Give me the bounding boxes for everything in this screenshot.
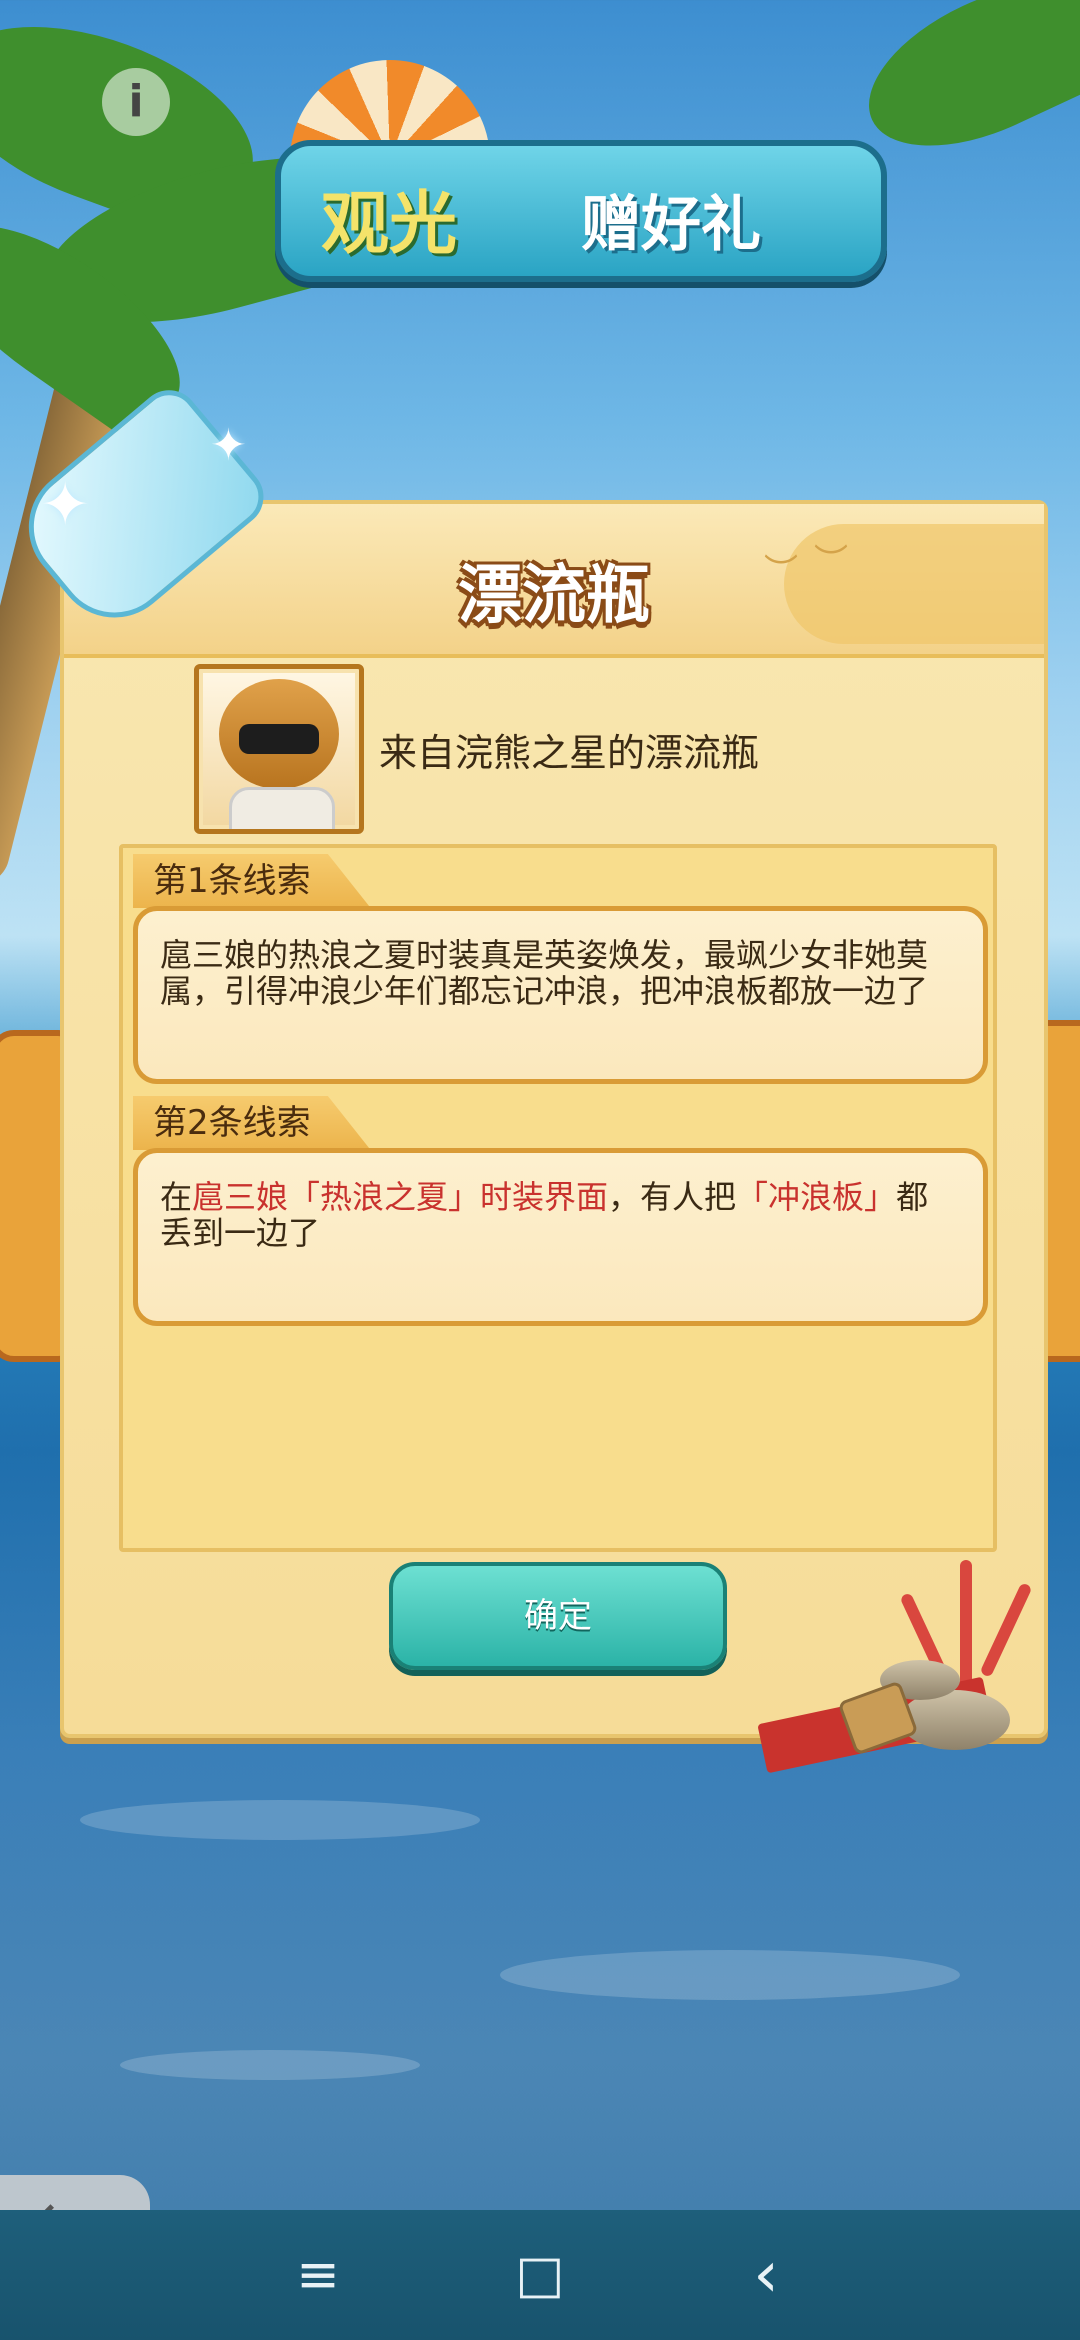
sparkle-icon: ✦ [40,470,91,540]
clue-panel: 第1条线索 扈三娘的热浪之夏时装真是英姿焕发，最飒少女非她莫属，引得冲浪少年们都… [119,844,997,1552]
clue-text: 在扈三娘「热浪之夏」时装界面，有人把「冲浪板」都丢到一边了 [160,1179,960,1251]
clue-text-segment: ，有人把 [608,1178,737,1216]
clue-label: 第2条线索 [133,1096,371,1150]
clue-text-segment: 扈三娘的热浪之夏时装真是英姿焕发，最飒少女非她莫属，引得冲浪少年们都忘记冲浪，把… [160,936,929,1010]
info-icon[interactable]: i [102,68,170,136]
palm-leaf [844,0,1080,179]
clue-label: 第1条线索 [133,854,371,908]
avatar [194,664,364,834]
sender-text: 来自浣熊之星的漂流瓶 [379,731,760,775]
event-banner[interactable]: 观光 赠好礼 [275,140,887,282]
system-navbar: ≡ □ ‹ [0,2210,1080,2340]
confirm-button[interactable]: 确定 [389,1562,727,1670]
banner-title-part1: 观光 [321,185,458,264]
drift-bottle-dialog: ︶ ︶ 漂流瓶 来自浣熊之星的漂流瓶 第1条线索 扈三娘的热浪之夏时装真是英姿焕… [60,500,1048,1738]
clue-box: 扈三娘的热浪之夏时装真是英姿焕发，最飒少女非她莫属，引得冲浪少年们都忘记冲浪，把… [133,906,988,1084]
clue-highlight-text: 「冲浪板」 [736,1178,897,1216]
clue-box: 在扈三娘「热浪之夏」时装界面，有人把「冲浪板」都丢到一边了 [133,1148,988,1326]
home-icon[interactable]: □ [500,2240,580,2310]
menu-icon[interactable]: ≡ [278,2240,358,2310]
clue-text: 扈三娘的热浪之夏时装真是英姿焕发，最飒少女非她莫属，引得冲浪少年们都忘记冲浪，把… [160,937,960,1009]
clue-text-segment: 在 [160,1178,193,1216]
sparkle-icon: ✦ [210,420,247,471]
dialog-title: 漂流瓶 [458,559,650,633]
clue-highlight-text: 扈三娘「热浪之夏」时装界面 [192,1178,609,1216]
banner-title-part2: 赠好礼 [581,190,761,260]
back-nav-icon[interactable]: ‹ [726,2240,806,2310]
